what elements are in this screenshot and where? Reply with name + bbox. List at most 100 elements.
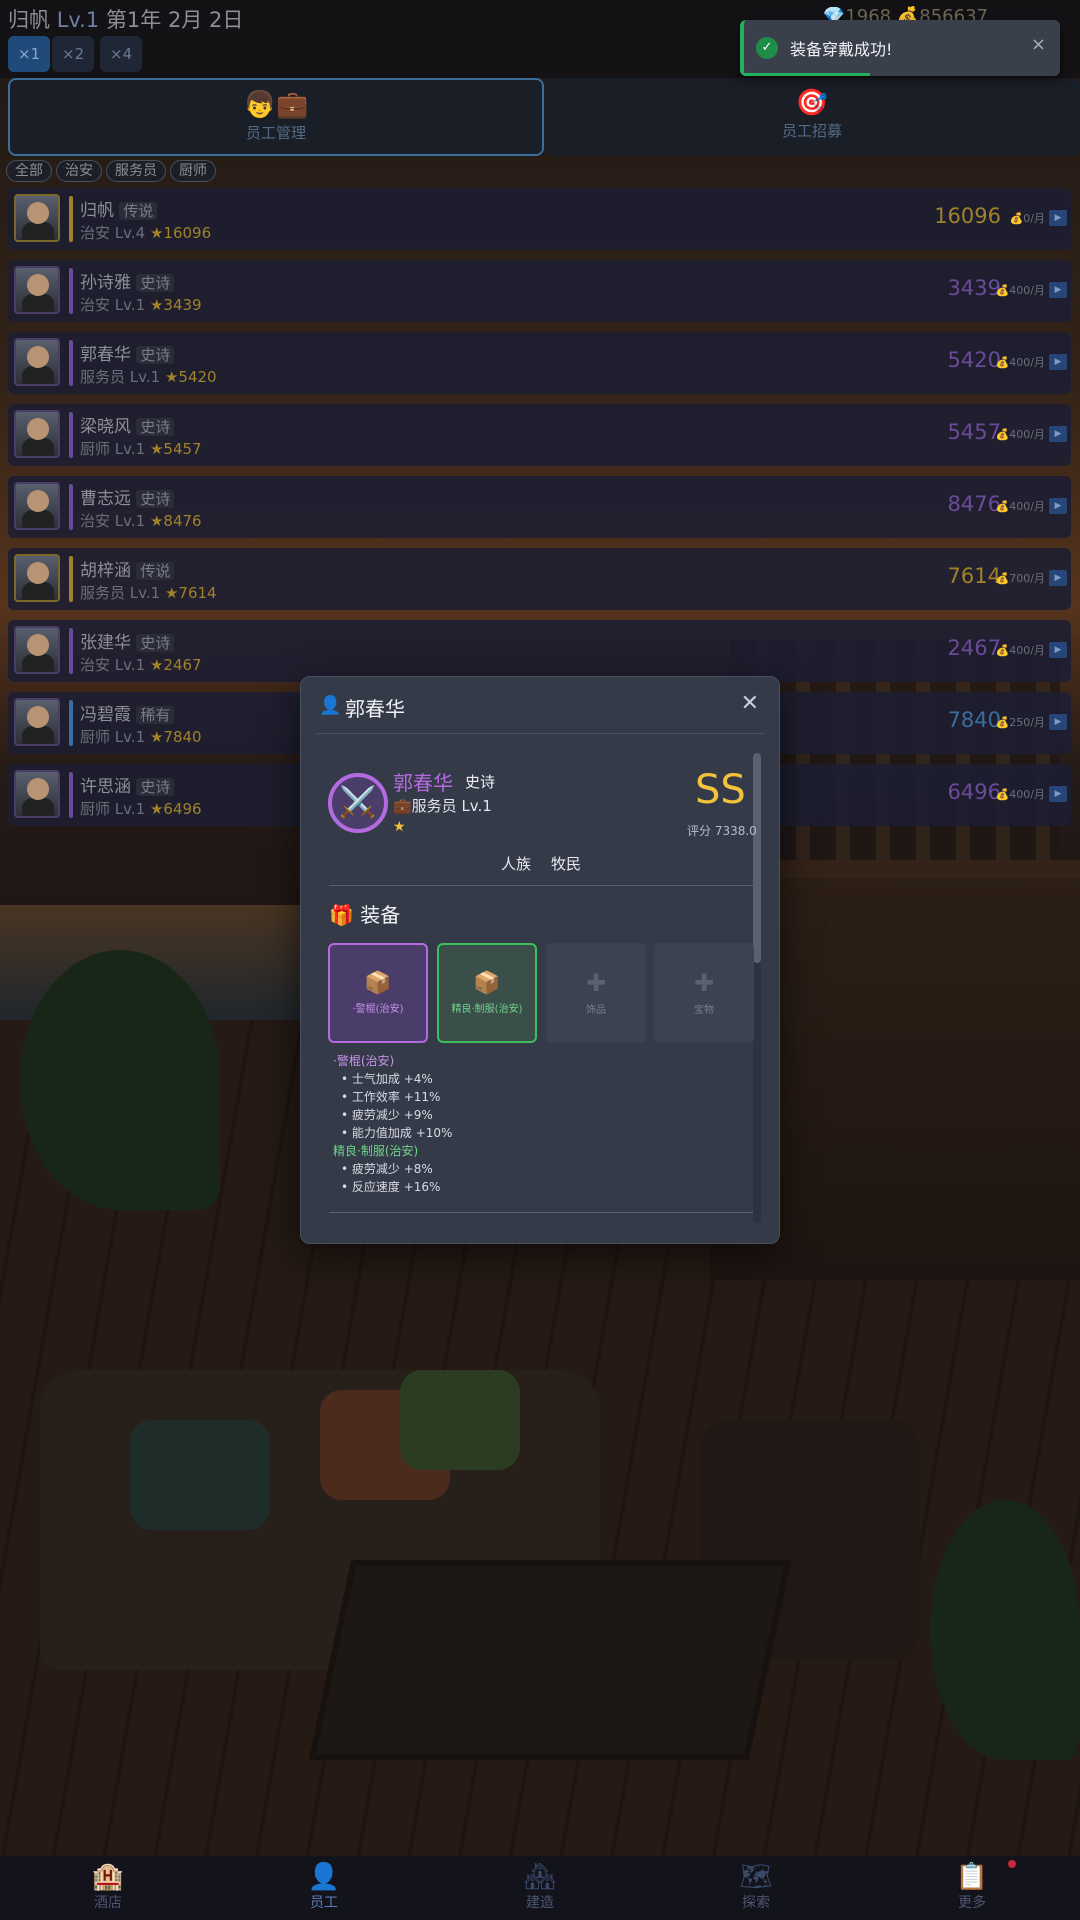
staff-row[interactable]: 归帆 传说 治安 Lv.4 ★16096 16096 💰0/月 ▶	[8, 188, 1071, 250]
staff-rarity: 史诗	[136, 634, 175, 652]
staff-stars: ★6496	[149, 800, 202, 818]
staff-salary: 💰400/月	[995, 428, 1045, 441]
staff-rarity: 传说	[136, 562, 175, 580]
staff-name: 冯碧霞	[80, 705, 131, 725]
staff-rarity: 传说	[119, 202, 158, 220]
staff-name-line: 许思涵 史诗	[80, 772, 175, 797]
rarity-bar	[69, 268, 73, 314]
equip-slot-accessory[interactable]: ✚ 饰品	[546, 943, 646, 1043]
nav-label: 酒店	[94, 1895, 122, 1911]
staff-row[interactable]: 曹志远 史诗 治安 Lv.1 ★8476 8476 💰400/月 ▶	[8, 476, 1071, 538]
filter-all[interactable]: 全部	[6, 160, 52, 182]
slot-label: 饰品	[586, 1005, 606, 1016]
staff-avatar	[14, 266, 60, 314]
staff-name-line: 胡梓涵 传说	[80, 556, 175, 581]
staff-avatar	[14, 698, 60, 746]
tab-staff-recruit[interactable]: 🎯 员工招募	[544, 78, 1080, 156]
staff-name: 梁晓风	[80, 417, 131, 437]
staff-level: Lv.1	[114, 800, 146, 818]
filter-chef[interactable]: 厨师	[170, 160, 216, 182]
close-icon[interactable]: ✕	[741, 691, 759, 716]
staff-level: Lv.1	[114, 728, 146, 746]
nav-person[interactable]: 👤 员工	[264, 1856, 384, 1920]
divider	[329, 1212, 753, 1213]
tab-label: 员工招募	[781, 122, 842, 140]
staff-salary: 💰700/月	[995, 572, 1045, 585]
staff-info: 治安 Lv.1 ★8476	[80, 510, 202, 531]
toast-progress-bar	[744, 73, 871, 76]
staff-row[interactable]: 胡梓涵 传说 服务员 Lv.1 ★7614 7614 💰700/月 ▶	[8, 548, 1071, 610]
play-icon[interactable]: ▶	[1049, 570, 1067, 586]
speed-x4-button[interactable]: ×4	[100, 36, 143, 72]
build-icon: 🏘	[523, 1862, 557, 1892]
staff-name-line: 梁晓风 史诗	[80, 412, 175, 437]
staff-rarity: 稀有	[136, 706, 175, 724]
staff-name: 郭春华	[80, 345, 131, 365]
equip-stat: • 能力值加成 +10%	[341, 1126, 453, 1140]
staff-rarity: 史诗	[136, 274, 175, 292]
nav-label: 探索	[742, 1895, 770, 1911]
nav-map[interactable]: 🗺 探索	[696, 1856, 816, 1920]
staff-info: 厨师 Lv.1 ★5457	[80, 438, 202, 459]
staff-name-line: 郭春华 史诗	[80, 340, 175, 365]
equipment-title: 装备	[360, 903, 401, 927]
staff-row[interactable]: 孙诗雅 史诗 治安 Lv.1 ★3439 3439 💰400/月 ▶	[8, 260, 1071, 322]
staff-row[interactable]: 梁晓风 史诗 厨师 Lv.1 ★5457 5457 💰400/月 ▶	[8, 404, 1071, 466]
staff-stars: ★5420	[164, 368, 217, 386]
filter-security[interactable]: 治安	[56, 160, 102, 182]
speed-x2-button[interactable]: ×2	[52, 36, 95, 72]
staff-stars: ★8476	[149, 512, 202, 530]
game-title: 归帆 Lv.1 第1年 2月 2日	[8, 4, 243, 34]
equip-slot-armor[interactable]: 📦 精良·制服(治安)	[437, 943, 537, 1043]
staff-avatar	[14, 410, 60, 458]
filter-waiter[interactable]: 服务员	[106, 160, 166, 182]
staff-info: 厨师 Lv.1 ★6496	[80, 798, 202, 819]
slot-label: 宝物	[694, 1005, 714, 1016]
nav-hotel[interactable]: 🏨 酒店	[48, 1856, 168, 1920]
speed-x1-button[interactable]: ×1	[8, 36, 51, 72]
rarity-bar	[69, 556, 73, 602]
play-icon[interactable]: ▶	[1049, 714, 1067, 730]
grade-badge: SS	[695, 767, 746, 813]
equip-detail-name: 精良·制服(治安)	[333, 1144, 419, 1158]
play-icon[interactable]: ▶	[1049, 210, 1067, 226]
staff-row[interactable]: 张建华 史诗 治安 Lv.1 ★2467 2467 💰400/月 ▶	[8, 620, 1071, 682]
equip-slot-treasure[interactable]: ✚ 宝物	[654, 943, 754, 1043]
staff-job: 厨师	[80, 800, 111, 818]
tab-staff-management[interactable]: 👦💼 员工管理	[8, 78, 544, 156]
play-icon[interactable]: ▶	[1049, 354, 1067, 370]
equip-slot-weapon[interactable]: 📦 ·警棍(治安)	[328, 943, 428, 1043]
close-icon[interactable]: ×	[1031, 34, 1046, 55]
staff-job: 治安	[80, 224, 111, 242]
staff-level: Lv.4	[114, 224, 146, 242]
play-icon[interactable]: ▶	[1049, 426, 1067, 442]
staff-job: 厨师	[80, 440, 111, 458]
play-icon[interactable]: ▶	[1049, 498, 1067, 514]
staff-salary: 💰400/月	[995, 356, 1045, 369]
rarity-bar	[69, 412, 73, 458]
staff-stars: ★3439	[149, 296, 202, 314]
staff-rarity: 史诗	[465, 773, 496, 791]
staff-detail-modal: 👤 郭春华 ✕ ⚔️ 郭春华 史诗 💼服务员 Lv.1 ★ SS 评分 7338…	[300, 676, 780, 1244]
staff-salary: 💰400/月	[995, 284, 1045, 297]
plus-icon: ✚	[693, 969, 715, 997]
scrollbar-thumb[interactable]	[753, 753, 761, 963]
staff-name-line: 曹志远 史诗	[80, 484, 175, 509]
staff-info: 治安 Lv.1 ★2467	[80, 654, 202, 675]
person-icon: 👤	[319, 695, 342, 716]
staff-salary: 💰400/月	[995, 644, 1045, 657]
staff-salary: 💰0/月	[1009, 212, 1045, 225]
divider	[329, 885, 753, 886]
play-icon[interactable]: ▶	[1049, 786, 1067, 802]
nav-label: 更多	[958, 1895, 986, 1911]
rarity-bar	[69, 196, 73, 242]
staff-rarity: 史诗	[136, 346, 175, 364]
play-icon[interactable]: ▶	[1049, 282, 1067, 298]
star-icon: ★	[393, 819, 406, 835]
nav-build[interactable]: 🏘 建造	[480, 1856, 600, 1920]
trait-tag: 牧民	[551, 855, 582, 873]
staff-name-line: 冯碧霞 稀有	[80, 700, 175, 725]
staff-rarity: 史诗	[136, 418, 175, 436]
staff-row[interactable]: 郭春华 史诗 服务员 Lv.1 ★5420 5420 💰400/月 ▶	[8, 332, 1071, 394]
play-icon[interactable]: ▶	[1049, 642, 1067, 658]
